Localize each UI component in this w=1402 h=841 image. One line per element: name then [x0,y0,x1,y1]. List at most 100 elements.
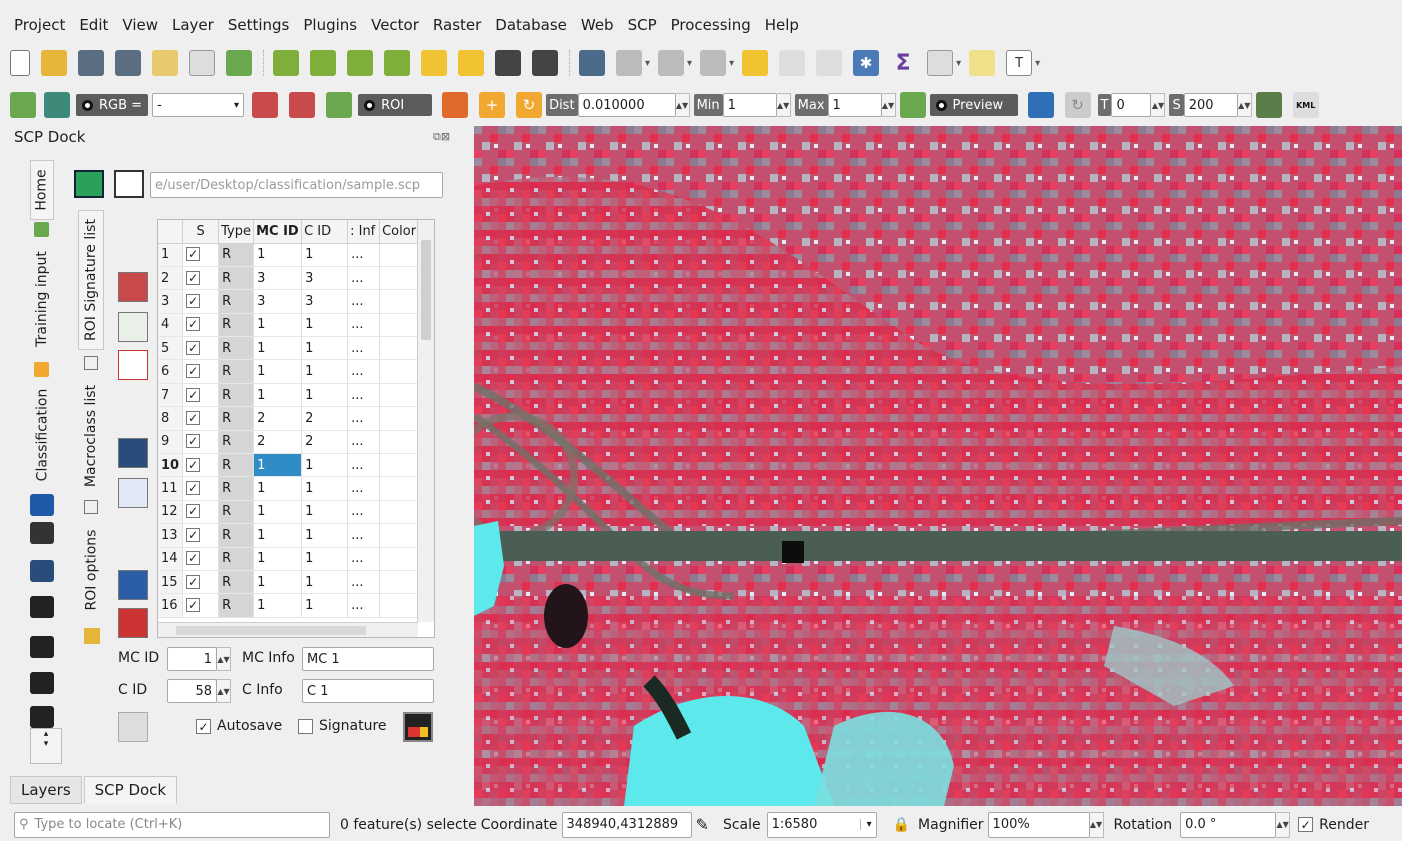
row-c-id[interactable]: 1 [301,313,349,338]
c-info-input[interactable]: C 1 [302,679,434,703]
dist-input[interactable]: 0.010000 [577,93,676,117]
magnifier-input[interactable]: 100% [987,811,1090,838]
zoom-input-image-icon[interactable] [44,92,70,118]
checkbox-checked-icon[interactable]: ✓ [186,247,201,262]
layout-manager-icon[interactable] [189,50,215,76]
row-type[interactable]: R [218,383,255,408]
row-checkbox[interactable]: ✓ [182,593,220,618]
row-color[interactable] [379,547,423,571]
local-std-stretch-icon[interactable] [289,92,316,118]
row-number[interactable]: 6 [158,359,184,384]
row-info[interactable]: ... [347,593,381,618]
row-c-id[interactable]: 2 [301,430,349,455]
checkbox-checked-icon[interactable]: ✓ [186,574,201,589]
row-number[interactable]: 8 [158,406,184,431]
row-info[interactable]: ... [347,430,381,455]
row-info[interactable]: ... [347,289,381,314]
row-c-id[interactable]: 1 [301,336,349,361]
checkbox-checked-icon[interactable]: ✓ [186,387,201,402]
statistics-sigma-icon[interactable]: Σ [890,50,916,76]
row-type[interactable]: R [218,359,255,384]
zoom-layer-icon[interactable] [458,50,484,76]
pan-to-selection-icon[interactable] [310,50,336,76]
row-color[interactable] [379,359,423,384]
map-tips-icon[interactable] [969,50,996,76]
menu-web[interactable]: Web [581,16,614,34]
classification-icon[interactable] [30,494,54,516]
row-mc-id[interactable]: 2 [253,406,303,431]
row-number[interactable]: 4 [158,313,184,338]
row-color[interactable] [379,430,423,455]
classification-preview-icon[interactable] [1027,92,1054,118]
kml-export-icon[interactable]: KML [1292,92,1319,118]
row-mc-id[interactable]: 1 [253,336,303,361]
row-type[interactable]: R [218,500,255,525]
row-checkbox[interactable]: ✓ [182,430,220,455]
row-color[interactable] [379,523,423,548]
row-mc-id[interactable]: 1 [253,243,303,267]
checkbox-checked-icon[interactable]: ✓ [186,270,201,285]
row-color[interactable] [379,289,423,314]
checkbox-checked-icon[interactable]: ✓ [186,551,201,566]
chevron-down-icon[interactable]: ▾ [729,58,734,69]
table-row[interactable]: 8 ✓ R 2 2... [158,406,423,431]
row-color[interactable] [379,476,423,501]
row-type[interactable]: R [218,570,255,595]
table-row[interactable]: 9 ✓ R 2 2... [158,430,423,455]
undo-save-roi-icon[interactable] [118,712,148,742]
export-signatures-icon[interactable] [118,608,148,638]
chevron-down-icon[interactable]: ▾ [1035,58,1040,69]
scrollbar-thumb[interactable] [176,626,366,635]
checkbox-checked-icon[interactable]: ✓ [186,481,201,496]
local-cumulative-stretch-icon[interactable] [252,92,279,118]
tab-home[interactable]: Home [30,160,54,220]
checkbox-checked-icon[interactable]: ✓ [186,340,201,355]
redo-roi-icon[interactable]: ↻ [516,92,543,118]
row-info[interactable]: ... [347,523,381,548]
zoom-preview-icon[interactable] [899,92,926,118]
dist-spinner[interactable]: ▲▼ [675,93,690,117]
row-c-id[interactable]: 1 [301,570,349,595]
import-signatures-icon[interactable] [118,570,148,600]
row-mc-id[interactable]: 1 [253,359,303,384]
row-mc-id[interactable]: 1 [253,313,303,338]
coordinate-input[interactable]: 348940,4312889 [561,811,692,838]
map-canvas[interactable] [474,126,1402,806]
signature-checkbox[interactable]: Signature [298,718,387,734]
row-info[interactable]: ... [347,453,381,478]
row-checkbox[interactable]: ✓ [182,476,220,501]
column-header-info[interactable]: : Inf [347,220,381,244]
row-checkbox[interactable]: ✓ [182,500,220,525]
transparency-input[interactable]: 0 [1111,93,1152,117]
table-vertical-scrollbar[interactable] [417,220,434,622]
row-c-id[interactable]: 1 [301,523,349,548]
mc-id-spinner[interactable]: ▲▼ [217,647,231,671]
zoom-out-icon[interactable] [384,50,410,76]
row-mc-id[interactable]: 1 [253,453,303,478]
checkbox-checked-icon[interactable]: ✓ [186,504,201,519]
row-mc-id[interactable]: 1 [253,523,303,548]
select-features-icon[interactable] [658,50,685,76]
row-number[interactable]: 9 [158,430,184,455]
row-type[interactable]: R [218,289,255,314]
pan-map-icon[interactable] [273,50,299,76]
row-type[interactable]: R [218,593,255,618]
chevron-down-icon[interactable]: ▾ [956,58,961,69]
lock-scale-icon[interactable]: 🔒 [893,817,910,833]
column-header-type[interactable]: Type [218,220,255,244]
row-info[interactable]: ... [347,266,381,291]
scatter-plot-icon[interactable] [118,312,148,342]
row-c-id[interactable]: 3 [301,266,349,291]
row-color[interactable] [379,336,423,361]
save-project-icon[interactable] [78,50,104,76]
row-number[interactable]: 12 [158,500,184,525]
menu-vector[interactable]: Vector [371,16,419,34]
row-c-id[interactable]: 1 [301,243,349,267]
row-type[interactable]: R [218,336,255,361]
row-info[interactable]: ... [347,383,381,408]
row-checkbox[interactable]: ✓ [182,336,220,361]
column-header-color[interactable]: Color [379,220,423,244]
spectral-plot-icon[interactable] [30,560,54,582]
scp-home-icon[interactable] [10,92,36,118]
tab-layers[interactable]: Layers [10,776,82,804]
